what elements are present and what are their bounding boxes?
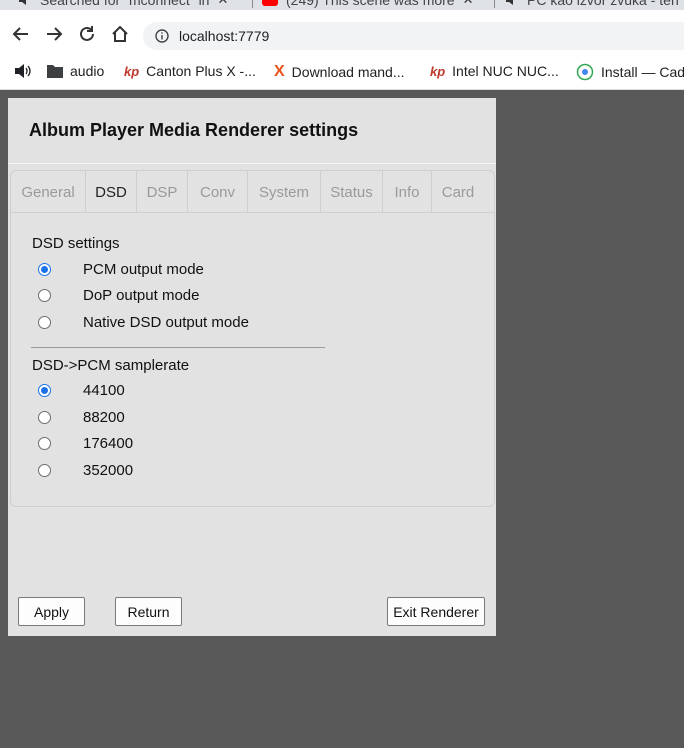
page-title: Album Player Media Renderer settings	[29, 120, 359, 140]
browser-tab-label: Searched for "mconnect" in	[40, 0, 210, 8]
radio-button[interactable]	[38, 463, 51, 477]
radio-button[interactable]	[38, 315, 51, 329]
radio-button[interactable]	[38, 383, 51, 397]
radio-native-dsd[interactable]: Native DSD output mode	[38, 312, 249, 332]
radio-176400[interactable]: 176400	[38, 433, 133, 453]
radio-88200[interactable]: 88200	[38, 407, 125, 427]
bookmark-label: Download mand...	[291, 64, 405, 80]
speaker-icon	[19, 0, 26, 5]
tab-card[interactable]: Card	[432, 171, 484, 213]
tab-info[interactable]: Info	[383, 171, 432, 213]
bookmark-label: Install — Cad	[601, 64, 684, 80]
x-logo-icon: X	[274, 63, 285, 80]
home-button[interactable]	[109, 23, 131, 45]
forward-button[interactable]	[43, 23, 65, 45]
close-icon[interactable]: ✕	[463, 0, 474, 8]
arrow-left-icon	[12, 27, 28, 41]
browser-tab-label: (249) This scene was more	[286, 0, 455, 8]
close-icon[interactable]: ✕	[217, 0, 228, 8]
browser-tab[interactable]: (249) This scene was more ✕	[262, 0, 474, 9]
url-text: localhost:7779	[179, 28, 270, 44]
radio-352000[interactable]: 352000	[38, 460, 133, 480]
radio-label: 352000	[83, 461, 134, 479]
browser-tab[interactable]: PC kao izvor zvuka - ten	[505, 0, 679, 9]
browser-tab[interactable]: Searched for "mconnect" in ✕	[18, 0, 228, 9]
tab-general[interactable]: General	[11, 171, 86, 213]
radio-dop-output[interactable]: DoP output mode	[38, 285, 199, 305]
apply-button[interactable]: Apply	[18, 597, 85, 626]
cadence-icon	[576, 63, 594, 81]
bookmark-canton[interactable]: kp Canton Plus X -...	[124, 63, 256, 79]
reload-icon	[80, 26, 94, 41]
radio-44100[interactable]: 44100	[38, 380, 125, 400]
radio-label: DoP output mode	[83, 286, 200, 304]
tab-separator	[494, 0, 495, 8]
bookmark-intel-nuc[interactable]: kp Intel NUC NUC...	[430, 63, 559, 79]
bookmark-speaker[interactable]	[14, 63, 32, 79]
browser-tabstrip: Searched for "mconnect" in ✕ (249) This …	[0, 0, 684, 10]
return-button[interactable]: Return	[115, 597, 182, 626]
radio-button[interactable]	[38, 410, 51, 424]
radio-label: 88200	[83, 408, 125, 426]
radio-label: 176400	[83, 434, 134, 452]
info-icon	[155, 29, 169, 43]
home-icon	[112, 25, 128, 42]
radio-pcm-output[interactable]: PCM output mode	[38, 259, 204, 279]
radio-button[interactable]	[38, 436, 51, 450]
youtube-icon	[262, 0, 278, 6]
dsd-settings-label: DSD settings	[32, 235, 120, 252]
tab-conv[interactable]: Conv	[188, 171, 248, 213]
bookmark-label: Intel NUC NUC...	[452, 63, 559, 79]
bookmark-label: Canton Plus X -...	[146, 63, 256, 79]
tab-dsd[interactable]: DSD	[86, 171, 137, 213]
tab-status[interactable]: Status	[321, 171, 383, 213]
kp-icon: kp	[430, 63, 446, 79]
bookmark-label: audio	[70, 63, 105, 79]
bookmark-install[interactable]: Install — Cad	[576, 63, 684, 81]
title-divider	[8, 163, 496, 164]
radio-label: Native DSD output mode	[83, 313, 249, 331]
kp-icon: kp	[124, 63, 140, 79]
browser-toolbar: localhost:7779	[0, 10, 684, 56]
tab-system[interactable]: System	[248, 171, 321, 213]
reload-button[interactable]	[76, 23, 98, 45]
radio-label: 44100	[83, 381, 125, 399]
exit-renderer-button[interactable]: Exit Renderer	[387, 597, 485, 626]
settings-tab-bar: General DSD DSP Conv System Status Info …	[11, 171, 494, 213]
section-divider	[31, 347, 325, 348]
address-bar[interactable]: localhost:7779	[143, 22, 684, 50]
radio-button[interactable]	[38, 288, 51, 302]
radio-label: PCM output mode	[83, 260, 204, 278]
settings-panel: Album Player Media Renderer settings Gen…	[8, 98, 496, 636]
speaker-icon	[506, 0, 513, 5]
samplerate-label: DSD->PCM samplerate	[32, 357, 190, 374]
back-button[interactable]	[10, 23, 32, 45]
tab-separator	[252, 0, 253, 8]
bookmarks-bar: audio kp Canton Plus X -... X Download m…	[0, 56, 684, 90]
bookmark-download[interactable]: X Download mand...	[274, 63, 405, 81]
settings-tabs-container: General DSD DSP Conv System Status Info …	[10, 170, 495, 507]
tab-dsp[interactable]: DSP	[137, 171, 188, 213]
browser-tab-label: PC kao izvor zvuka - ten	[527, 0, 679, 8]
bookmark-audio[interactable]: audio	[47, 63, 104, 79]
arrow-right-icon	[47, 27, 63, 41]
folder-icon	[47, 65, 63, 78]
speaker-icon	[15, 64, 31, 78]
radio-button[interactable]	[38, 262, 51, 276]
